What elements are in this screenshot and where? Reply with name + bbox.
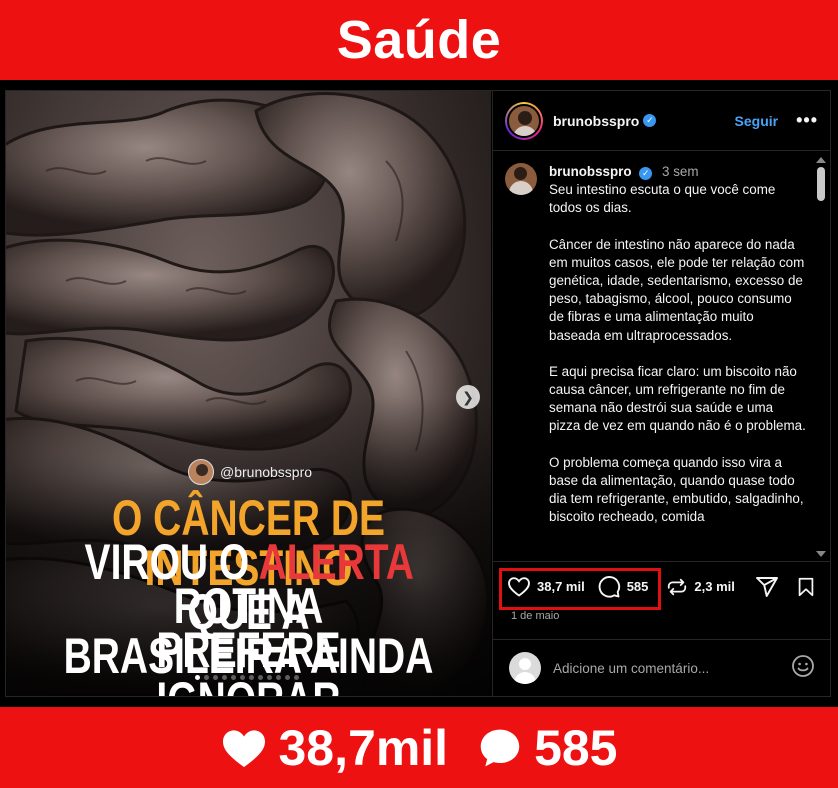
carousel-dot: [195, 675, 200, 680]
follow-button[interactable]: Seguir: [735, 113, 779, 129]
banner-likes-count: 38,7mil: [278, 719, 449, 776]
post-modal: @brunobsspro O CÂNCER DE INTESTINO VIROU…: [5, 90, 831, 697]
carousel-next-button[interactable]: ❯: [456, 385, 480, 409]
caption-scrollbar[interactable]: [816, 157, 826, 557]
watermark-handle: @brunobsspro: [220, 464, 313, 480]
more-options-icon[interactable]: •••: [796, 110, 818, 131]
comment-bubble-icon: [480, 729, 520, 766]
banner-comments: 585: [478, 719, 618, 777]
carousel-dot: [204, 675, 209, 680]
carousel-dot: [258, 675, 263, 680]
repost-icon: [668, 578, 687, 595]
carousel-dot: [294, 675, 299, 680]
save-button[interactable]: [795, 576, 817, 598]
caption-paragraph: Câncer de intestino não aparece do nada …: [549, 236, 805, 343]
action-bar: 38,7 mil 585 2,3 mil: [493, 561, 831, 611]
scroll-down-icon[interactable]: [816, 551, 826, 557]
repost-count[interactable]: 2,3 mil: [694, 579, 734, 594]
comment-input[interactable]: Adicione um comentário...: [553, 661, 709, 676]
viewer-avatar: [509, 652, 541, 684]
heart-icon: [222, 729, 265, 767]
emoji-button[interactable]: [791, 654, 815, 683]
post-date: 1 de maio: [511, 610, 560, 622]
caption-avatar[interactable]: [505, 163, 537, 195]
post-image[interactable]: @brunobsspro O CÂNCER DE INTESTINO VIROU…: [6, 91, 491, 696]
caption-time: 3 sem: [662, 164, 699, 179]
highlight-box: [499, 568, 661, 610]
carousel-dot: [231, 675, 236, 680]
caption-area[interactable]: brunobsspro ✓ 3 sem Seu intestino escuta…: [493, 151, 830, 561]
banner-likes: 38,7mil: [221, 719, 449, 777]
carousel-dot: [213, 675, 218, 680]
bookmark-icon: [798, 577, 814, 596]
watermark-avatar: [188, 459, 214, 485]
scroll-up-icon[interactable]: [816, 157, 826, 163]
top-banner: Saúde: [0, 0, 838, 80]
caption-paragraph: E aqui precisa ficar claro: um biscoito …: [549, 363, 806, 434]
scroll-thumb[interactable]: [817, 167, 825, 201]
banner-comments-count: 585: [534, 719, 618, 776]
image-watermark: @brunobsspro: [188, 459, 312, 485]
caption-username[interactable]: brunobsspro: [549, 164, 632, 179]
caption-paragraph: O problema começa quando isso vira a bas…: [549, 454, 804, 525]
repost-button[interactable]: 2,3 mil: [666, 576, 735, 598]
banner-title: Saúde: [336, 10, 502, 70]
caption-text: brunobsspro ✓ 3 sem Seu intestino escuta…: [549, 163, 808, 526]
post-header: brunobsspro ✓ Seguir •••: [493, 91, 830, 151]
carousel-dot: [249, 675, 254, 680]
send-icon: [755, 576, 778, 597]
carousel-dot: [222, 675, 227, 680]
verified-badge-icon: ✓: [643, 114, 657, 127]
post-side-panel: brunobsspro ✓ Seguir ••• brunobsspro ✓ 3…: [492, 91, 831, 696]
headline-line-4: PREFERE IGNORAR: [156, 622, 341, 696]
caption-paragraph: Seu intestino escuta o que você come tod…: [549, 182, 776, 216]
carousel-dot: [276, 675, 281, 680]
chevron-right-icon: ❯: [462, 388, 474, 405]
bottom-banner: 38,7mil 585: [0, 707, 838, 788]
emoji-icon: [792, 654, 814, 677]
verified-badge-icon: ✓: [639, 166, 653, 180]
carousel-dots: [195, 675, 299, 680]
carousel-dot: [267, 675, 272, 680]
author-username[interactable]: brunobsspro: [553, 113, 639, 129]
carousel-dot: [240, 675, 245, 680]
share-button[interactable]: [755, 575, 779, 599]
carousel-dot: [285, 675, 290, 680]
author-avatar[interactable]: [505, 101, 543, 140]
instagram-frame: @brunobsspro O CÂNCER DE INTESTINO VIROU…: [0, 80, 838, 707]
comment-composer: Adicione um comentário...: [493, 639, 831, 696]
